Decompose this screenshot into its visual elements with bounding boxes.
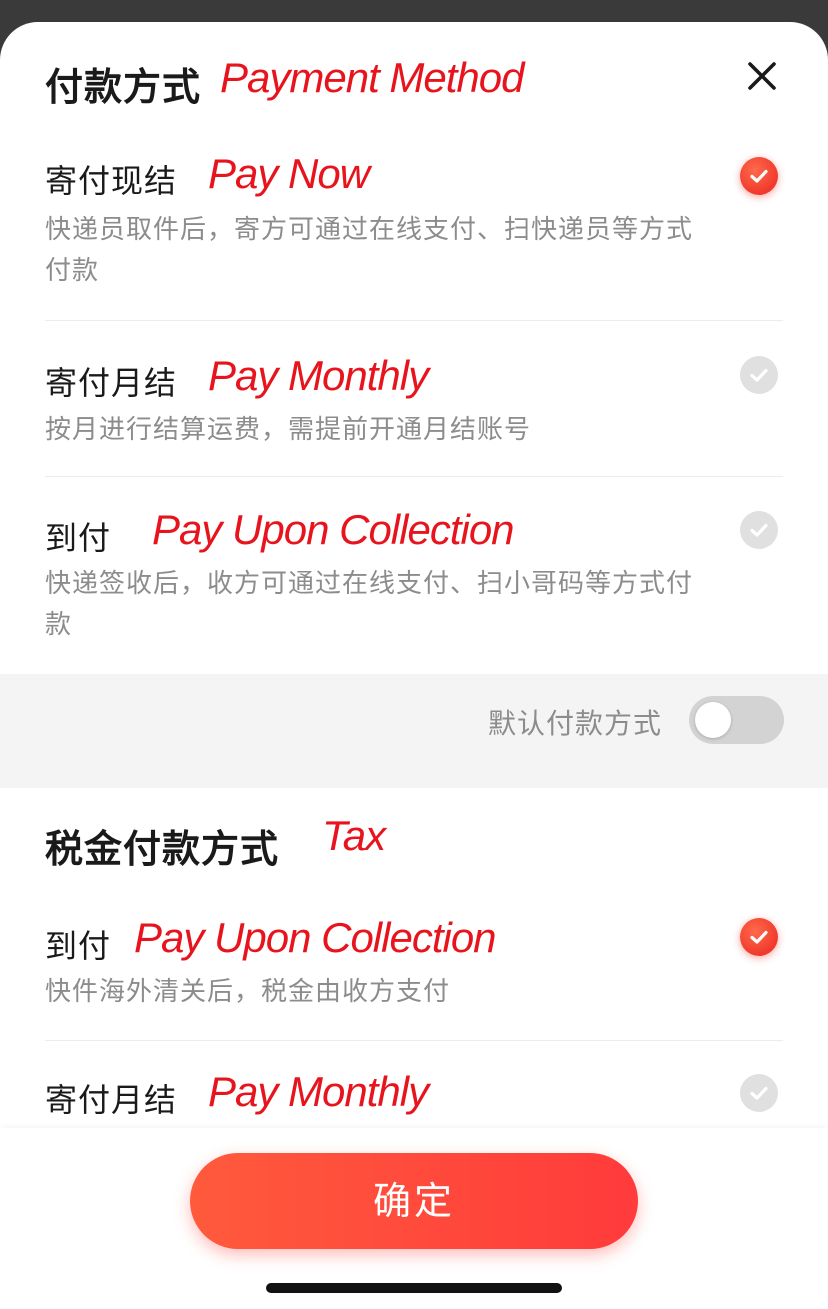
screen: 付款方式 Payment Method 寄付现结 Pay Now 快递员取件后，… [0,0,828,1309]
tax-option-pay-monthly[interactable]: 寄付月结 Pay Monthly [0,1068,828,1128]
option-note: Pay Monthly [208,1068,429,1115]
tax-payment-title: 税金付款方式 [45,827,280,871]
option-radio[interactable] [740,1074,778,1112]
option-selected-radio[interactable] [740,918,778,956]
payment-method-note: Payment Method [220,54,525,101]
option-selected-radio[interactable] [740,157,778,195]
sheet-footer: 确定 [0,1128,828,1309]
check-icon [750,930,768,944]
option-title: 寄付月结 [45,364,178,402]
option-title: 到付 [45,519,112,557]
confirm-button[interactable]: 确定 [190,1153,638,1249]
sheet-header: 付款方式 Payment Method [0,50,828,110]
option-note: Pay Now [208,150,370,197]
check-icon [750,169,768,183]
option-note: Pay Monthly [208,352,429,399]
close-icon [748,62,776,90]
default-payment-label: 默认付款方式 [488,707,663,740]
check-icon [750,368,768,382]
option-title: 到付 [45,927,112,965]
tax-payment-note: Tax [322,812,386,859]
payment-option-pay-now[interactable]: 寄付现结 Pay Now 快递员取件后，寄方可通过在线支付、扫快递员等方式付款 [0,148,828,320]
default-payment-toggle[interactable] [689,696,784,744]
option-radio[interactable] [740,511,778,549]
payment-option-pay-upon-collection[interactable]: 到付 Pay Upon Collection 快递签收后，收方可通过在线支付、扫… [0,506,828,674]
option-description: 按月进行结算运费，需提前开通月结账号 [45,415,532,445]
payment-bottom-sheet: 付款方式 Payment Method 寄付现结 Pay Now 快递员取件后，… [0,22,828,1309]
option-description: 快递签收后，收方可通过在线支付、扫小哥码等方式付款 [45,569,694,640]
option-title: 寄付月结 [45,1081,178,1119]
divider [45,1040,783,1041]
option-note: Pay Upon Collection [134,914,497,961]
home-indicator [266,1283,562,1293]
divider [45,476,783,477]
option-title: 寄付现结 [45,162,178,200]
option-radio[interactable] [740,356,778,394]
check-icon [750,523,768,537]
payment-option-pay-monthly[interactable]: 寄付月结 Pay Monthly 按月进行结算运费，需提前开通月结账号 [0,352,828,476]
divider [45,320,783,321]
toggle-knob [695,702,731,738]
tax-option-pay-upon-collection[interactable]: 到付 Pay Upon Collection 快件海外清关后，税金由收方支付 [0,914,828,1038]
option-description: 快递员取件后，寄方可通过在线支付、扫快递员等方式付款 [45,215,694,286]
default-payment-row: 默认付款方式 [0,674,828,788]
check-icon [750,1086,768,1100]
option-description: 快件海外清关后，税金由收方支付 [45,977,451,1007]
option-note: Pay Upon Collection [152,506,515,553]
payment-method-title: 付款方式 [45,65,202,109]
close-button[interactable] [738,52,786,100]
